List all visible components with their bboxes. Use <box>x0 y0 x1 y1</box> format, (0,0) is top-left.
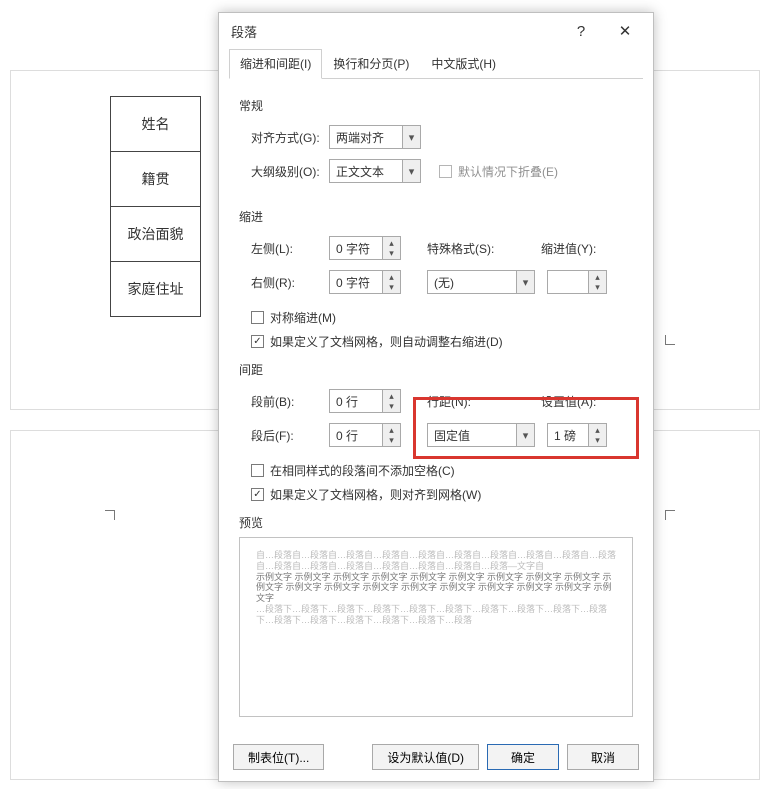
help-button[interactable]: ? <box>559 17 603 45</box>
no-space-same-style-checkbox[interactable]: 在相同样式的段落间不添加空格(C) <box>251 458 633 482</box>
auto-adjust-right-indent-checkbox[interactable]: 如果定义了文档网格，则自动调整右缩进(D) <box>251 329 633 353</box>
section-preview: 预览 <box>239 514 633 531</box>
dialog-body: 常规 对齐方式(G): 两端对齐 大纲级别(O): 正文文本 默认情况下折叠(E… <box>219 79 653 733</box>
space-before-label: 段前(B): <box>251 393 329 410</box>
table-cell: 政治面貌 <box>111 207 201 262</box>
alignment-select[interactable]: 两端对齐 <box>329 125 421 149</box>
indent-by-label: 缩进值(Y): <box>541 240 596 257</box>
line-spacing-label: 行距(N): <box>427 393 511 410</box>
alignment-label: 对齐方式(G): <box>251 129 329 146</box>
tab-asian-typography[interactable]: 中文版式(H) <box>420 49 507 79</box>
spacing-at-label: 设置值(A): <box>541 393 596 410</box>
space-before-spinner[interactable]: 0 行 <box>329 389 401 413</box>
outline-level-select[interactable]: 正文文本 <box>329 159 421 183</box>
line-spacing-select[interactable]: 固定值 <box>427 423 535 447</box>
chevron-down-icon <box>516 271 534 293</box>
close-button[interactable]: ✕ <box>603 17 647 45</box>
dialog-titlebar: 段落 ? ✕ <box>219 13 653 49</box>
section-spacing: 间距 <box>239 361 633 378</box>
indent-right-spinner[interactable]: 0 字符 <box>329 270 401 294</box>
tabstops-button[interactable]: 制表位(T)... <box>233 744 324 770</box>
chevron-down-icon <box>402 160 420 182</box>
chevron-down-icon <box>402 126 420 148</box>
special-select[interactable]: (无) <box>427 270 535 294</box>
crop-mark-icon <box>665 510 675 520</box>
dialog-title: 段落 <box>231 22 257 41</box>
ok-button[interactable]: 确定 <box>487 744 559 770</box>
set-default-button[interactable]: 设为默认值(D) <box>372 744 479 770</box>
section-indent: 缩进 <box>239 208 633 225</box>
indent-left-label: 左侧(L): <box>251 240 329 257</box>
dialog-tabs: 缩进和间距(I) 换行和分页(P) 中文版式(H) <box>229 49 643 79</box>
crop-mark-icon <box>665 335 675 345</box>
space-after-spinner[interactable]: 0 行 <box>329 423 401 447</box>
table-cell: 姓名 <box>111 97 201 152</box>
mirror-indent-checkbox[interactable]: 对称缩进(M) <box>251 305 633 329</box>
section-general: 常规 <box>239 97 633 114</box>
indent-left-spinner[interactable]: 0 字符 <box>329 236 401 260</box>
preview-box: 自…段落自…段落自…段落自…段落自…段落自…段落自…段落自…段落自…段落自…段落… <box>239 537 633 717</box>
cancel-button[interactable]: 取消 <box>567 744 639 770</box>
table-cell: 籍贯 <box>111 152 201 207</box>
table-cell: 家庭住址 <box>111 262 201 317</box>
tab-line-page-breaks[interactable]: 换行和分页(P) <box>322 49 420 79</box>
background-table: 姓名 籍贯 政治面貌 家庭住址 <box>110 96 201 317</box>
indent-by-spinner[interactable] <box>547 270 607 294</box>
dialog-footer: 制表位(T)... 设为默认值(D) 确定 取消 <box>219 733 653 781</box>
collapse-checkbox[interactable]: 默认情况下折叠(E) <box>439 159 558 183</box>
crop-mark-icon <box>105 510 115 520</box>
indent-right-label: 右侧(R): <box>251 274 329 291</box>
outline-level-label: 大纲级别(O): <box>251 163 329 180</box>
space-after-label: 段后(F): <box>251 427 329 444</box>
spacing-at-spinner[interactable]: 1 磅 <box>547 423 607 447</box>
snap-to-grid-checkbox[interactable]: 如果定义了文档网格，则对齐到网格(W) <box>251 482 633 506</box>
tab-indent-spacing[interactable]: 缩进和间距(I) <box>229 49 322 79</box>
special-label: 特殊格式(S): <box>427 240 511 257</box>
paragraph-dialog: 段落 ? ✕ 缩进和间距(I) 换行和分页(P) 中文版式(H) 常规 对齐方式… <box>218 12 654 782</box>
chevron-down-icon <box>516 424 534 446</box>
